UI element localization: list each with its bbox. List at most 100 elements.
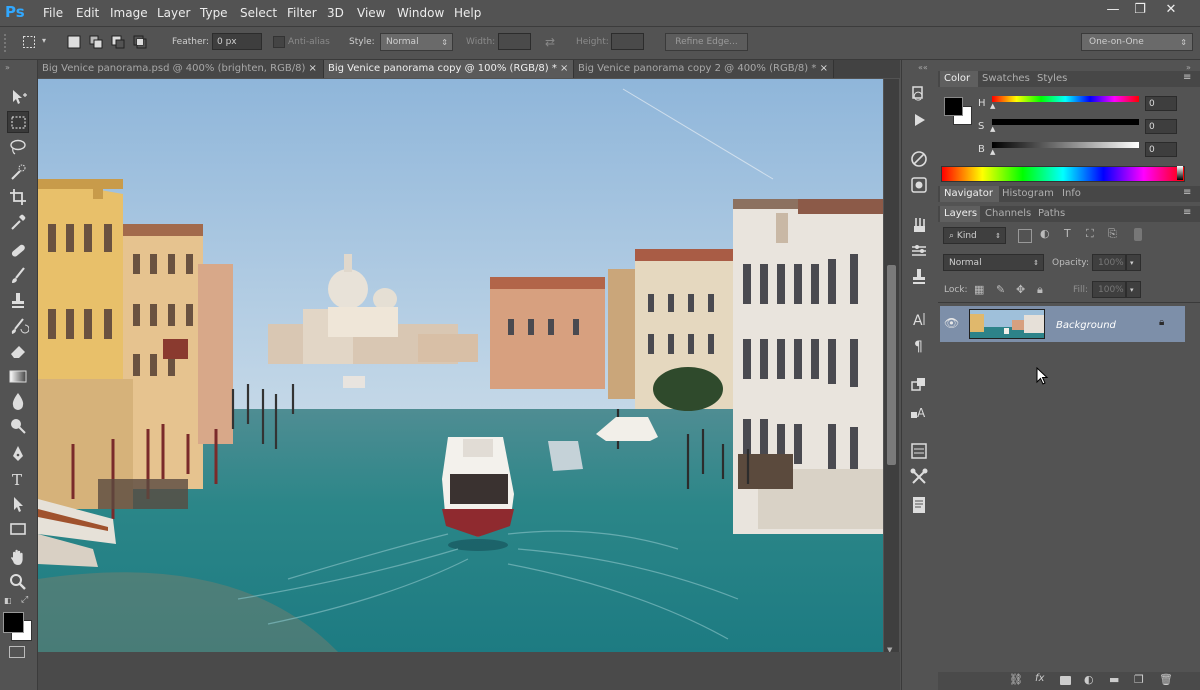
saturation-slider[interactable] bbox=[992, 119, 1139, 125]
delete-layer-icon[interactable]: 🗑︎ bbox=[1159, 673, 1173, 686]
styles-panel-icon[interactable] bbox=[908, 174, 930, 196]
layer-style-icon[interactable]: fx bbox=[1035, 673, 1044, 684]
fill-dropdown-icon[interactable]: ▾ bbox=[1126, 281, 1141, 298]
close-tab-icon[interactable]: × bbox=[820, 63, 828, 74]
tab-channels[interactable]: Channels bbox=[985, 206, 1031, 222]
filter-kind-select[interactable]: ⌕ Kind ⇕ bbox=[943, 227, 1006, 244]
filter-pixel-icon[interactable] bbox=[1018, 229, 1032, 243]
panel-menu-icon[interactable]: ≡ bbox=[1183, 187, 1191, 198]
new-group-icon[interactable]: ▬ bbox=[1109, 673, 1119, 686]
close-tab-icon[interactable]: × bbox=[309, 63, 317, 74]
menu-image[interactable]: Image bbox=[110, 6, 148, 20]
filter-smart-object-icon[interactable]: ⎘ bbox=[1108, 227, 1117, 241]
menu-type[interactable]: Type bbox=[200, 6, 228, 20]
tab-navigator[interactable]: Navigator bbox=[940, 186, 999, 202]
tab-document-3[interactable]: Big Venice panorama copy 2 @ 400% (RGB/8… bbox=[574, 60, 834, 78]
menu-filter[interactable]: Filter bbox=[287, 6, 317, 20]
blur-tool-icon[interactable] bbox=[7, 390, 29, 412]
lock-all-icon[interactable]: 🔒︎ bbox=[1037, 283, 1043, 297]
opacity-dropdown-icon[interactable]: ▾ bbox=[1126, 254, 1141, 271]
tab-styles[interactable]: Styles bbox=[1037, 71, 1067, 87]
tab-swatches[interactable]: Swatches bbox=[982, 71, 1030, 87]
pen-tool-icon[interactable] bbox=[7, 443, 29, 465]
menu-layer[interactable]: Layer bbox=[157, 6, 190, 20]
clone-source-panel-icon[interactable] bbox=[908, 266, 930, 288]
menu-view[interactable]: View bbox=[357, 6, 385, 20]
character-panel-icon[interactable]: A bbox=[908, 308, 930, 330]
healing-brush-tool-icon[interactable] bbox=[7, 240, 29, 262]
feather-input[interactable]: 0 px bbox=[212, 33, 262, 50]
menu-window[interactable]: Window bbox=[397, 6, 444, 20]
tab-info[interactable]: Info bbox=[1062, 186, 1081, 202]
dodge-tool-icon[interactable] bbox=[7, 415, 29, 437]
close-tab-icon[interactable]: × bbox=[560, 63, 568, 74]
marquee-preset-icon[interactable] bbox=[22, 35, 36, 49]
menu-edit[interactable]: Edit bbox=[76, 6, 99, 20]
tab-paths[interactable]: Paths bbox=[1038, 206, 1065, 222]
scrollbar-thumb[interactable] bbox=[887, 265, 896, 465]
collapse-toolbar-icon[interactable]: » bbox=[5, 63, 10, 72]
zoom-tool-icon[interactable] bbox=[7, 571, 29, 593]
document-canvas[interactable] bbox=[38, 79, 883, 652]
fill-input[interactable]: 100% bbox=[1092, 281, 1126, 298]
swap-dimensions-icon[interactable]: ⇄ bbox=[545, 35, 555, 49]
subtract-selection-icon[interactable] bbox=[111, 35, 125, 49]
color-spectrum-ramp[interactable] bbox=[941, 166, 1185, 182]
intersect-selection-icon[interactable] bbox=[133, 35, 147, 49]
new-selection-icon[interactable] bbox=[67, 35, 81, 49]
quick-mask-icon[interactable] bbox=[9, 646, 25, 658]
link-layers-icon[interactable]: ⛓︎ bbox=[1009, 673, 1023, 686]
channels-panel-icon[interactable] bbox=[908, 374, 930, 396]
type-tool-icon[interactable]: T bbox=[7, 468, 29, 490]
brightness-slider[interactable] bbox=[992, 142, 1139, 148]
layer-thumbnail[interactable] bbox=[969, 309, 1045, 339]
default-colors-icon[interactable]: ◧ bbox=[4, 596, 12, 605]
expand-panels-icon[interactable]: «« bbox=[918, 63, 928, 72]
saturation-value[interactable]: 0 bbox=[1145, 119, 1177, 134]
swap-colors-icon[interactable]: ⤢ bbox=[21, 595, 28, 605]
tab-color[interactable]: Color bbox=[940, 71, 978, 87]
color-fg-swatch[interactable] bbox=[944, 97, 963, 116]
brightness-value[interactable]: 0 bbox=[1145, 142, 1177, 157]
menu-select[interactable]: Select bbox=[240, 6, 277, 20]
slider-handle-icon[interactable]: ▲ bbox=[990, 102, 995, 110]
layer-comps-panel-icon[interactable] bbox=[908, 440, 930, 462]
refine-edge-button[interactable]: Refine Edge... bbox=[665, 33, 748, 51]
notes-panel-icon[interactable] bbox=[908, 494, 930, 516]
panel-menu-icon[interactable]: ≡ bbox=[1183, 207, 1191, 218]
lock-position-icon[interactable]: ✥ bbox=[1016, 283, 1025, 296]
hue-value[interactable]: 0 bbox=[1145, 96, 1177, 111]
move-tool-icon[interactable] bbox=[7, 86, 29, 108]
hue-slider[interactable] bbox=[992, 96, 1139, 102]
blend-mode-select[interactable]: Normal ⇕ bbox=[943, 254, 1044, 271]
width-input[interactable] bbox=[498, 33, 531, 50]
filter-shape-icon[interactable]: ⛶ bbox=[1086, 227, 1094, 241]
lock-image-icon[interactable]: ✎ bbox=[996, 283, 1005, 296]
tool-presets-panel-icon[interactable] bbox=[908, 466, 930, 488]
gradient-tool-icon[interactable] bbox=[7, 365, 29, 387]
antialias-checkbox[interactable] bbox=[273, 36, 285, 48]
foreground-color-swatch[interactable] bbox=[3, 612, 24, 633]
style-select[interactable]: Normal ⇕ bbox=[380, 33, 453, 51]
crop-tool-icon[interactable] bbox=[7, 186, 29, 208]
filter-adjustment-icon[interactable]: ◐ bbox=[1040, 227, 1050, 240]
quick-selection-tool-icon[interactable] bbox=[7, 161, 29, 183]
opacity-input[interactable]: 100% bbox=[1092, 254, 1126, 271]
preset-dropdown-icon[interactable]: ▾ bbox=[42, 36, 46, 45]
eye-visibility-icon[interactable]: 👁︎ bbox=[944, 316, 959, 330]
new-layer-icon[interactable]: ❐ bbox=[1134, 673, 1144, 686]
panel-menu-icon[interactable]: ≡ bbox=[1183, 72, 1191, 83]
history-panel-icon[interactable] bbox=[908, 83, 930, 105]
lock-transparency-icon[interactable]: ▦ bbox=[974, 283, 984, 296]
close-window-button[interactable]: ✕ bbox=[1158, 2, 1184, 20]
adjustments-panel-icon[interactable] bbox=[908, 148, 930, 170]
path-selection-tool-icon[interactable] bbox=[7, 493, 29, 515]
slider-handle-icon[interactable]: ▲ bbox=[990, 125, 995, 133]
tab-document-2[interactable]: Big Venice panorama copy @ 100% (RGB/8) … bbox=[324, 60, 574, 78]
layer-name[interactable]: Background bbox=[1056, 320, 1116, 331]
history-brush-tool-icon[interactable] bbox=[7, 315, 30, 337]
menu-help[interactable]: Help bbox=[454, 6, 481, 20]
height-input[interactable] bbox=[611, 33, 644, 50]
tab-document-1[interactable]: Big Venice panorama.psd @ 400% (brighten… bbox=[38, 60, 324, 78]
hand-tool-icon[interactable] bbox=[7, 546, 29, 568]
